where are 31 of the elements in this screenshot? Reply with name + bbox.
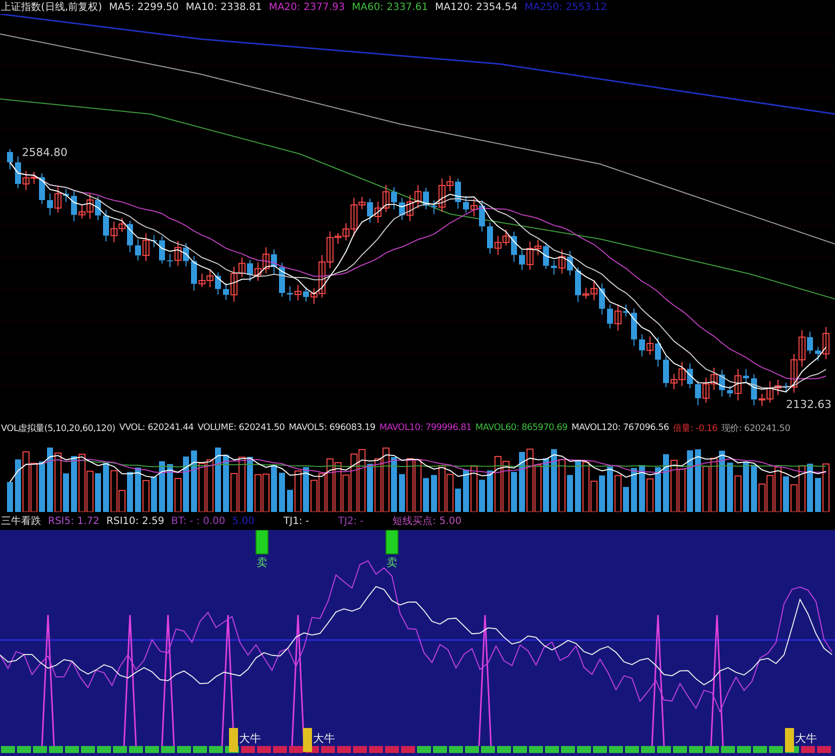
sell-label: 卖 <box>386 556 398 569</box>
indicator-value: VVOL: 620241.44 <box>119 423 194 433</box>
indicator-value: RSI5: 1.72 <box>48 516 100 526</box>
indicator-value: MA60: 2337.61 <box>352 2 428 12</box>
indicator-value: MA120: 2354.54 <box>435 2 518 12</box>
indicator-value: 现价: 620241.50 <box>721 422 790 434</box>
indicator-value: RSI10: 2.59 <box>106 516 164 526</box>
high-price-label: 2584.80 <box>22 146 68 159</box>
indicator-value: MAVOL120: 767096.56 <box>571 423 669 433</box>
indicator-value: 倍量: -0.16 <box>672 422 718 434</box>
panel-title: VOL虚拟量(5,10,20,60,120) <box>1 422 116 434</box>
indicator-value: TJ1: - <box>284 516 310 526</box>
indicator-value: MAVOL60: 865970.69 <box>475 423 568 433</box>
indicator-value: MAVOL10: 799996.81 <box>379 423 472 433</box>
indicator-value: BT: - : 0.00 <box>171 516 226 526</box>
chart-title: 上证指数(日线,前复权) <box>1 0 102 14</box>
indicator-value: MA250: 2553.12 <box>524 2 607 12</box>
indicator-value: 5.00 <box>232 516 255 526</box>
indicator-value: MA20: 2377.93 <box>268 2 345 12</box>
indicator-value: MA5: 2299.50 <box>108 2 179 12</box>
bull-label: 大牛 <box>313 732 335 745</box>
indicator-value: MAVOL5: 696083.19 <box>288 423 376 433</box>
indicator-value: TJ2: - <box>338 516 364 526</box>
panel-title: 三牛看跌 <box>1 514 41 528</box>
indicator-value: MA10: 2338.81 <box>186 2 262 12</box>
bull-label: 大牛 <box>795 732 817 745</box>
indicator-value: 短线买点: 5.00 <box>392 514 462 528</box>
low-price-label: 2132.63 <box>786 398 832 411</box>
indicator-value: VOLUME: 620241.50 <box>198 423 285 433</box>
bull-label: 大牛 <box>239 732 261 745</box>
sell-label: 卖 <box>256 556 268 569</box>
